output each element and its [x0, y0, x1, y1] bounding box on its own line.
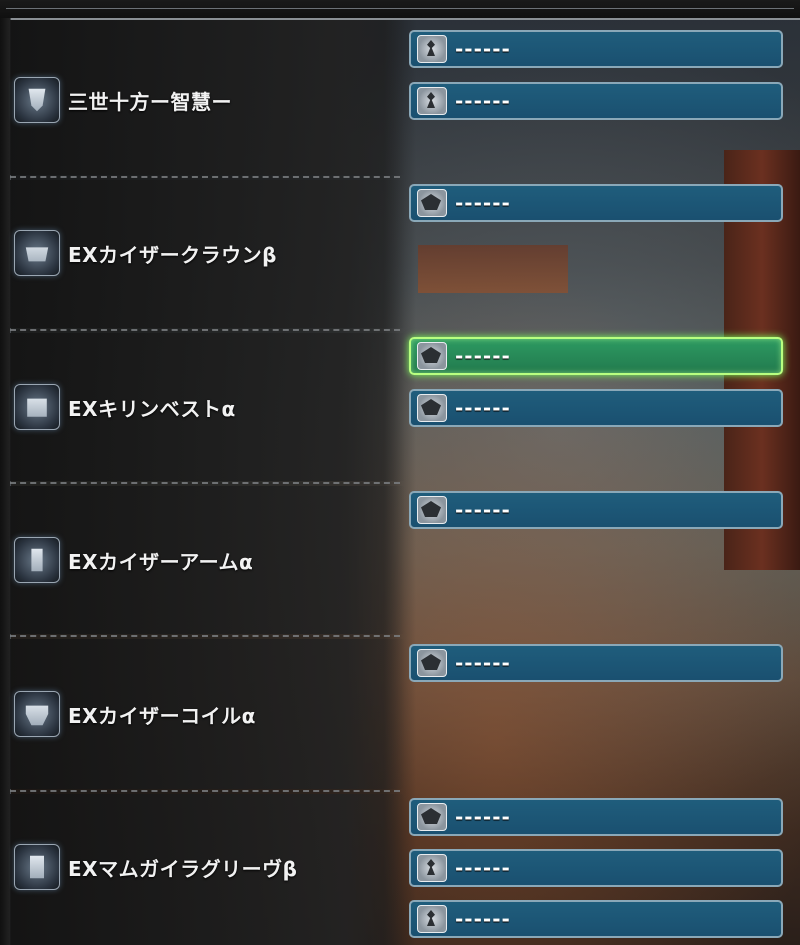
equipment-item-charm[interactable]: 三世十方ー智慧ー [14, 77, 232, 123]
equipment-name: 三世十方ー智慧ー [68, 89, 232, 114]
small-deco-icon [417, 87, 447, 115]
large-deco-icon [417, 394, 447, 422]
equipment-name: EXマムガイラグリーヴβ [68, 856, 298, 881]
equipment-item-helm[interactable]: EXカイザークラウンβ [14, 230, 277, 276]
top-frame [0, 0, 800, 20]
row-divider [10, 482, 400, 484]
decoration-slot[interactable]: ------ [409, 644, 783, 682]
slot-text: ------ [455, 89, 511, 113]
row-divider [10, 176, 400, 178]
equipment-name: EXカイザーコイルα [68, 703, 256, 728]
slot-text: ------ [455, 651, 511, 675]
slot-text: ------ [455, 191, 511, 215]
equipment-item-legs[interactable]: EXマムガイラグリーヴβ [14, 844, 297, 890]
decoration-slot[interactable]: ------ [409, 798, 783, 836]
decoration-slot[interactable]: ------ [409, 900, 783, 938]
row-divider [10, 790, 400, 792]
slot-text: ------ [455, 344, 511, 368]
decoration-slot[interactable]: ------ [409, 30, 783, 68]
decoration-slot[interactable]: ------ [409, 82, 783, 120]
row-divider [10, 635, 400, 637]
decoration-slot[interactable]: ------ [409, 184, 783, 222]
equipment-item-chest[interactable]: EXキリンベストα [14, 384, 236, 430]
decoration-slot[interactable]: ------ [409, 491, 783, 529]
small-deco-icon [417, 854, 447, 882]
equipment-item-waist[interactable]: EXカイザーコイルα [14, 691, 256, 737]
row-divider [10, 329, 400, 331]
equipment-name: EXカイザーアームα [68, 549, 254, 574]
equipment-name: EXカイザークラウンβ [68, 242, 277, 267]
helm-icon [14, 230, 60, 276]
decoration-slot[interactable]: ------ [409, 849, 783, 887]
equipment-name: EXキリンベストα [68, 396, 236, 421]
slot-text: ------ [455, 907, 511, 931]
slot-text: ------ [455, 37, 511, 61]
large-deco-icon [417, 803, 447, 831]
large-deco-icon [417, 342, 447, 370]
waist-icon [14, 691, 60, 737]
large-deco-icon [417, 649, 447, 677]
large-deco-icon [417, 496, 447, 524]
slot-text: ------ [455, 856, 511, 880]
large-deco-icon [417, 189, 447, 217]
legs-icon [14, 844, 60, 890]
small-deco-icon [417, 35, 447, 63]
small-deco-icon [417, 905, 447, 933]
equipment-item-arms[interactable]: EXカイザーアームα [14, 537, 253, 583]
decoration-slot-selected[interactable]: ------ [409, 337, 783, 375]
charm-icon [14, 77, 60, 123]
slot-text: ------ [455, 805, 511, 829]
chest-icon [14, 384, 60, 430]
decoration-slot[interactable]: ------ [409, 389, 783, 427]
slot-text: ------ [455, 396, 511, 420]
arm-icon [14, 537, 60, 583]
slot-text: ------ [455, 498, 511, 522]
